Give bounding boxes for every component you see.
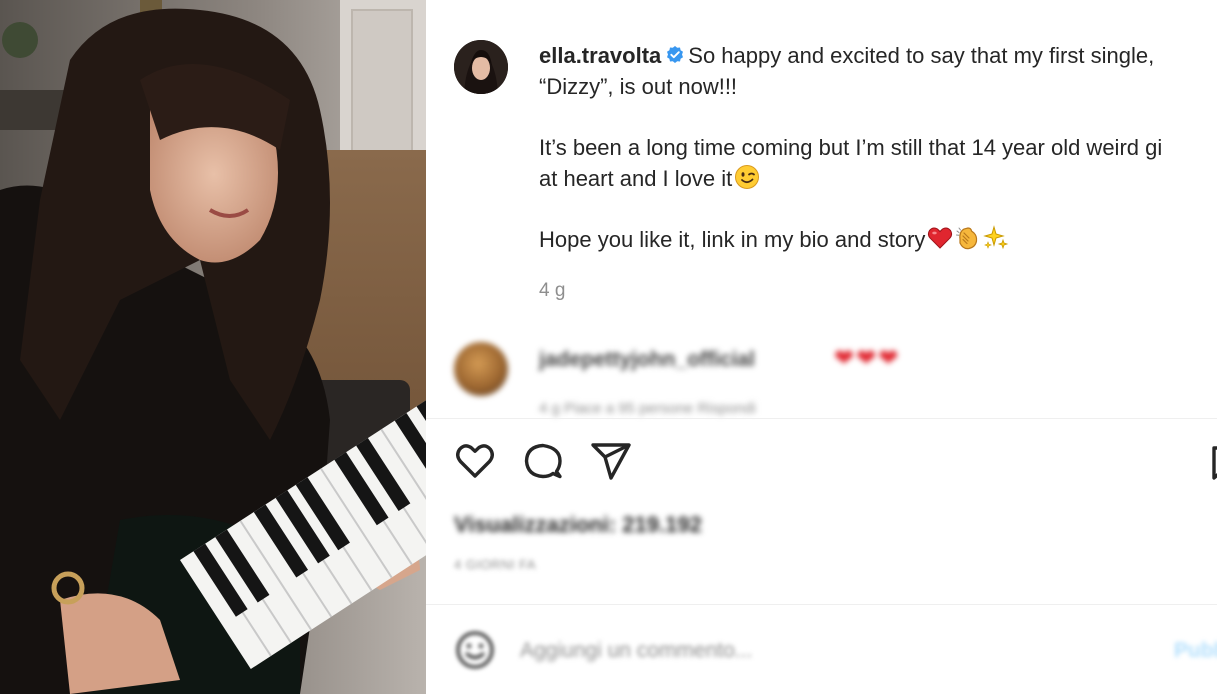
- caption-line-3: It’s been a long time coming but I’m sti…: [539, 135, 1163, 160]
- caption-line-5: Hope you like it, link in my bio and sto…: [539, 227, 926, 252]
- instagram-post-window: ella.travolta So happy and excited to sa…: [0, 0, 1217, 694]
- bookmark-icon[interactable]: [1204, 446, 1217, 480]
- add-comment-bar: Pubblica: [452, 627, 1217, 677]
- divider: [426, 418, 1217, 419]
- video-frame-image: [0, 0, 426, 694]
- wink-emoji: [735, 165, 760, 189]
- smiley-icon[interactable]: [452, 627, 498, 673]
- commenter-username[interactable]: jadepettyjohn_official: [539, 348, 755, 372]
- post-caption: ella.travolta So happy and excited to sa…: [539, 40, 1217, 255]
- author-avatar[interactable]: [454, 40, 508, 94]
- comment-icon[interactable]: [520, 438, 566, 484]
- post-video[interactable]: [0, 0, 426, 694]
- caption-line-2: “Dizzy”, is out now!!!: [539, 74, 738, 99]
- comment-text: ❤❤❤: [834, 345, 901, 372]
- views-count[interactable]: Visualizzazioni: 219.192: [454, 512, 702, 538]
- share-icon[interactable]: [588, 438, 634, 484]
- red-heart-emoji: [928, 227, 953, 249]
- author-avatar-image: [454, 40, 508, 94]
- publish-button[interactable]: Pubblica: [1174, 639, 1217, 663]
- post-date: 4 GIORNI FA: [454, 557, 537, 572]
- heart-icon[interactable]: [452, 438, 498, 484]
- author-username[interactable]: ella.travolta: [539, 43, 661, 68]
- comment-input[interactable]: [520, 633, 1080, 669]
- caption-line-4: at heart and I love it: [539, 166, 733, 191]
- divider: [426, 604, 1217, 605]
- post-details-panel: ella.travolta So happy and excited to sa…: [426, 0, 1217, 694]
- commenter-avatar[interactable]: [454, 342, 508, 396]
- post-age[interactable]: 4 g: [539, 280, 565, 302]
- verified-badge-icon: [667, 46, 684, 63]
- comment-item: jadepettyjohn_official ❤❤❤ 4 g Piace a 9…: [454, 342, 1214, 417]
- clapping-hands-emoji: [956, 227, 978, 250]
- comment-meta: 4 g Piace a 95 persone Rispondi: [539, 400, 756, 417]
- caption-line-1: So happy and excited to say that my firs…: [688, 43, 1155, 68]
- sparkles-emoji: [983, 225, 1009, 250]
